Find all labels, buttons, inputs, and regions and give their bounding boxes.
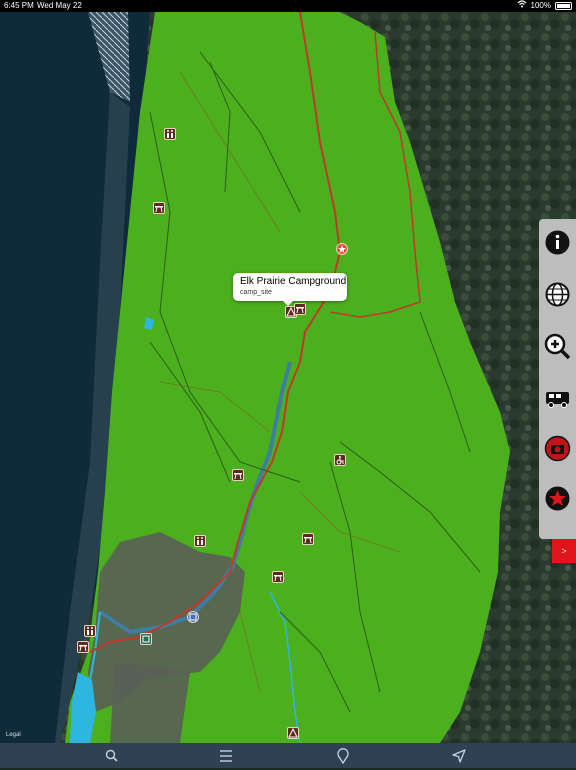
zoom-in-icon[interactable]	[544, 333, 571, 360]
search-icon[interactable]	[103, 747, 121, 765]
battery-percent: 100%	[530, 1, 551, 10]
star-icon[interactable]	[544, 485, 571, 512]
campsite-icon[interactable]	[287, 727, 299, 739]
restroom-icon[interactable]	[164, 128, 176, 140]
list-icon[interactable]	[217, 747, 235, 765]
battery-icon	[555, 2, 572, 10]
parking-icon[interactable]	[140, 633, 152, 645]
ranger-station-icon[interactable]	[336, 243, 348, 255]
picnic-icon[interactable]	[153, 202, 165, 214]
callout-title: Elk Prairie Campground	[240, 276, 347, 287]
bottom-toolbar	[0, 743, 576, 768]
callout-subtitle: camp_site	[240, 289, 272, 296]
status-bar: 6:45 PM Wed May 22 100%	[0, 0, 576, 12]
picnic-icon[interactable]	[77, 641, 89, 653]
restroom-icon[interactable]	[194, 535, 206, 547]
legal-link[interactable]: Legal	[6, 732, 21, 738]
location-arrow-icon[interactable]	[450, 747, 468, 765]
picnic-icon[interactable]	[272, 571, 284, 583]
town-area-south	[110, 662, 190, 743]
restroom-icon[interactable]	[84, 625, 96, 637]
wifi-icon	[517, 0, 527, 12]
map-tools-panel	[539, 219, 576, 539]
expand-panel-button[interactable]: >	[552, 539, 576, 563]
visitor-center-icon[interactable]	[187, 611, 199, 623]
picnic-icon[interactable]	[232, 469, 244, 481]
poi-callout[interactable]: Elk Prairie Campground camp_site	[233, 273, 347, 306]
picnic-icon[interactable]	[294, 303, 306, 315]
accessible-icon[interactable]	[334, 454, 346, 466]
status-time: 6:45 PM	[4, 1, 34, 10]
camera-icon[interactable]	[544, 435, 571, 462]
status-date: Wed May 22	[37, 1, 82, 10]
picnic-icon[interactable]	[302, 533, 314, 545]
status-right: 100%	[517, 0, 572, 12]
rv-icon[interactable]	[544, 385, 571, 412]
globe-icon[interactable]	[544, 281, 571, 308]
info-icon[interactable]	[544, 229, 571, 256]
pin-icon[interactable]	[334, 747, 352, 765]
